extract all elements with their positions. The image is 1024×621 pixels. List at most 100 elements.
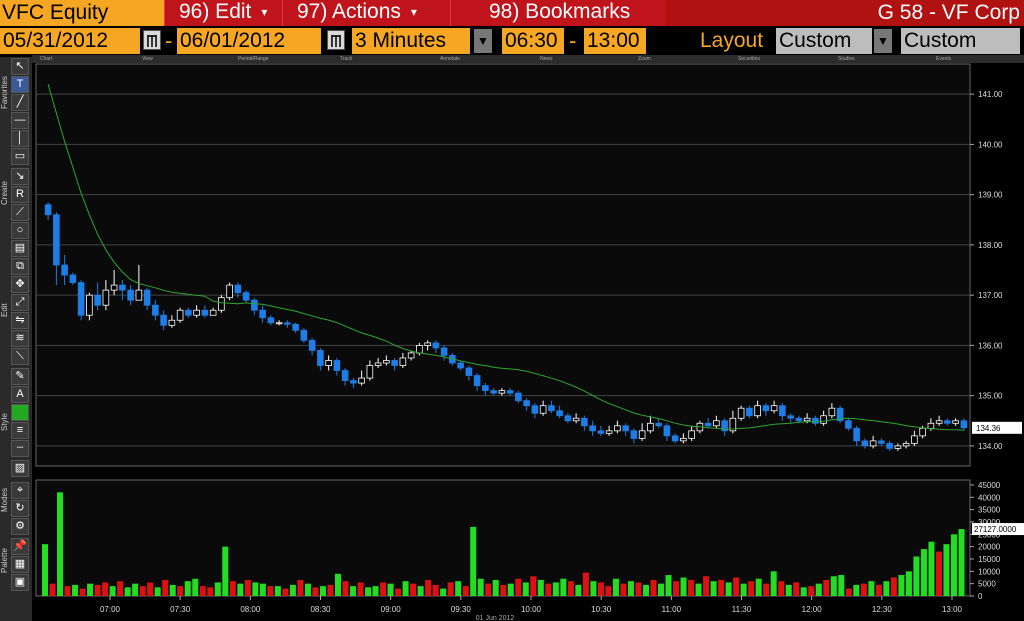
price-axis-label: 138.00 [978, 241, 1003, 250]
volume-axis-label: 45000 [978, 481, 1001, 490]
candle-down [630, 430, 638, 439]
volume-bar-down [357, 582, 364, 596]
candle-down [556, 410, 563, 417]
volume-axis-label: 0 [978, 592, 983, 601]
candle-down [787, 415, 794, 419]
candle-down [267, 317, 275, 324]
volume-bar-up [455, 581, 462, 596]
volume-bar-up [642, 584, 649, 596]
volume-bar-up [800, 587, 807, 596]
price-grid [35, 63, 971, 467]
volume-bar-down [703, 576, 710, 596]
volume-bar-up [905, 571, 912, 596]
candle-down [564, 415, 572, 422]
candle-up [226, 284, 233, 299]
candle-down [779, 405, 786, 417]
volume-bar-down [177, 586, 184, 596]
candle-down [242, 292, 250, 301]
candle-down [317, 350, 324, 366]
time-axis-label: 10:00 [521, 605, 542, 614]
time-axis-label: 08:30 [310, 605, 331, 614]
candle-up [911, 435, 918, 444]
candle-down [61, 264, 68, 276]
price-axis-label: 136.00 [978, 341, 1003, 350]
volume-bar-up [575, 584, 582, 596]
volume-bar-down [117, 581, 124, 596]
candle-down [143, 289, 151, 306]
candle-up [374, 362, 382, 366]
candle-up [135, 289, 143, 301]
volume-axis-label: 15000 [978, 555, 1001, 564]
candle-up [416, 344, 423, 354]
volume-bar-up [124, 587, 131, 596]
volume-bar-up [868, 581, 875, 596]
volume-bar-down [823, 579, 830, 596]
volume-axis-label: 40000 [978, 493, 1001, 502]
price-axis-label: 135.00 [978, 392, 1003, 401]
price-volume-chart[interactable]: 141.00 140.00 139.00 138.00 137.00 136.00 135.… [0, 0, 1024, 621]
candle-up [680, 437, 687, 442]
volume-bars [35, 479, 971, 597]
candle-up [754, 405, 761, 417]
volume-axis-label: 10000 [978, 567, 1001, 576]
candle-up [218, 297, 225, 311]
candle-down [292, 323, 299, 331]
volume-bar-up [274, 586, 281, 596]
volume-bar-down [845, 588, 852, 596]
candle-down [663, 425, 671, 437]
candle-down [597, 430, 605, 434]
candle-down [308, 339, 316, 351]
volume-bar-down [462, 586, 469, 596]
volume-bar-down [207, 587, 214, 596]
volume-bar-up [920, 549, 927, 596]
candle-down [589, 425, 596, 432]
candle-down [465, 367, 473, 376]
candle-down [440, 347, 448, 356]
candle-up [383, 360, 390, 364]
volume-axis-label: 35000 [978, 506, 1001, 515]
price-axis: 141.00 140.00 139.00 138.00 137.00 136.00 135.… [970, 90, 1022, 451]
volume-bar-down [79, 588, 86, 596]
volume-bar-up [402, 581, 409, 596]
volume-bar-up [42, 544, 49, 596]
candle-up [325, 360, 332, 366]
volume-bar-up [387, 583, 394, 596]
volume-bar-down [162, 579, 169, 596]
price-axis-label: 139.00 [978, 191, 1003, 200]
volume-bar-up [913, 556, 920, 596]
volume-bar-up [214, 582, 221, 596]
candle-down [845, 420, 852, 429]
candle-down [201, 309, 209, 316]
time-axis-label: 09:30 [451, 605, 472, 614]
candle-up [366, 365, 374, 379]
volume-bar-up [192, 578, 199, 596]
volume-bar-down [860, 583, 867, 596]
candle-up [935, 420, 943, 424]
candle-up [424, 342, 431, 346]
volume-bar-down [530, 576, 537, 596]
volume-bar-up [785, 584, 792, 596]
candle-up [770, 405, 778, 412]
last-volume-label: 27127.0000 [974, 525, 1017, 534]
volume-bar-down [650, 579, 657, 596]
volume-bar-down [282, 588, 289, 596]
candle-up [828, 407, 836, 417]
candle-up [638, 430, 646, 439]
candle-down [284, 322, 291, 325]
time-axis-label: 07:00 [100, 605, 121, 614]
candle-down [655, 422, 662, 427]
volume-bar-up [928, 541, 935, 596]
candle-down [853, 427, 860, 442]
volume-bar-up [334, 573, 341, 596]
candle-down [457, 362, 464, 369]
candle-down [152, 304, 159, 316]
candle-up [498, 390, 506, 394]
volume-axis: 4500040000350003000025000200001500010000… [970, 481, 1024, 601]
volume-bar-up [492, 579, 499, 596]
volume-bar-down [395, 588, 402, 596]
volume-bar-up [883, 581, 890, 596]
volume-bar-up [470, 526, 477, 596]
volume-bar-up [372, 586, 379, 596]
candle-up [605, 430, 613, 434]
volume-bar-down [64, 586, 71, 596]
